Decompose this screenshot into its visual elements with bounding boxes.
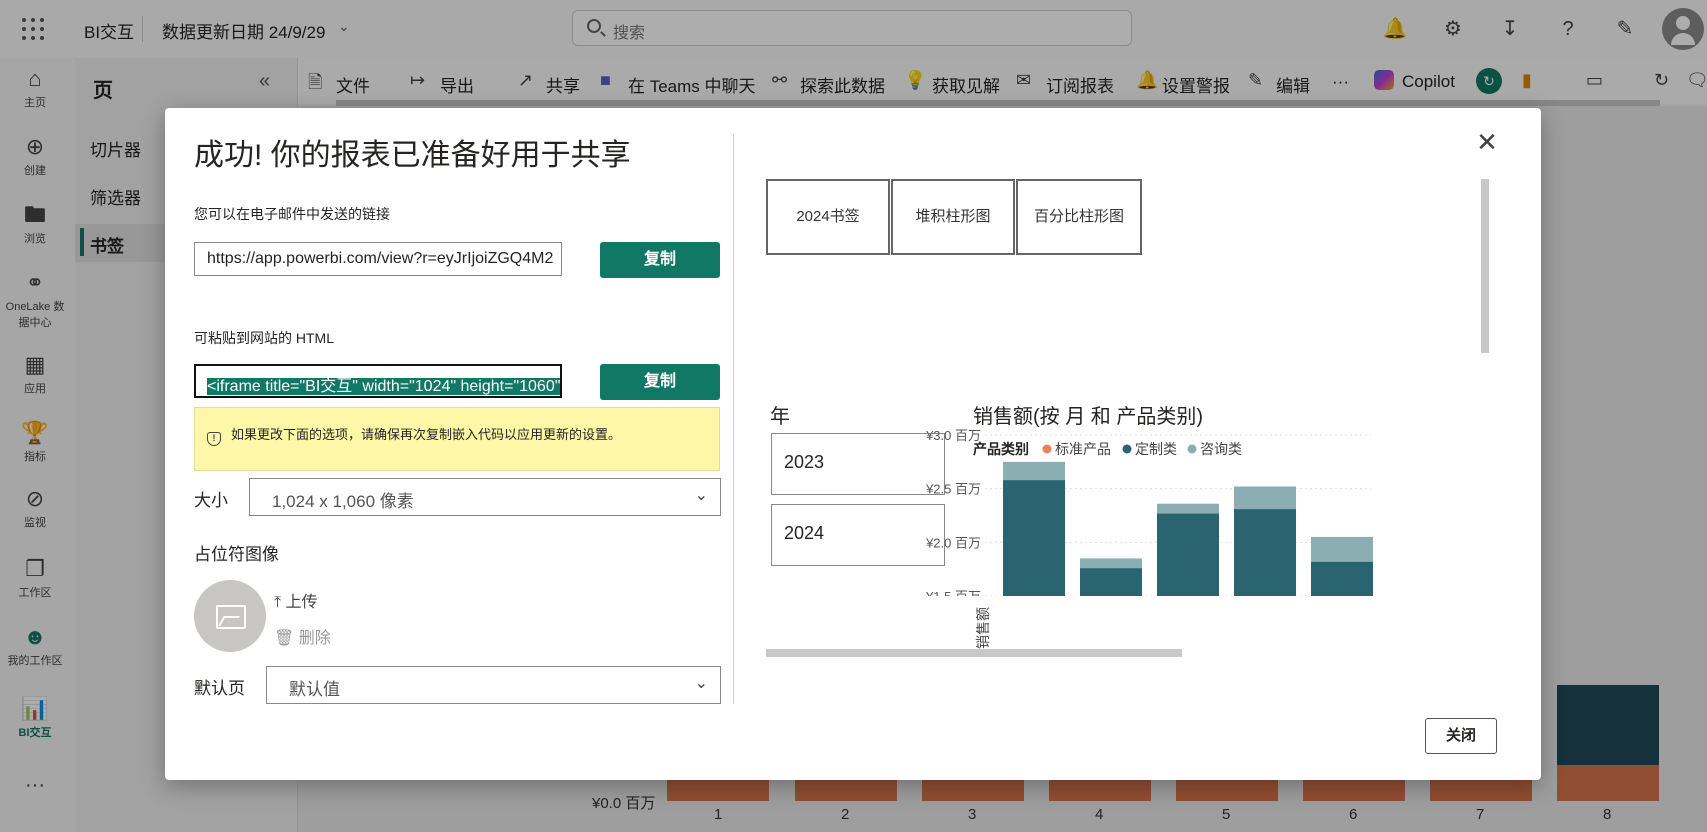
legend-label: 定制类 bbox=[1135, 441, 1177, 457]
chart-title: 销售额(按 月 和 产品类别) bbox=[973, 405, 1203, 428]
bar-segment[interactable] bbox=[1388, 511, 1450, 527]
bar-segment[interactable] bbox=[1157, 503, 1219, 514]
bar-segment[interactable] bbox=[1003, 480, 1065, 617]
bar-segment[interactable] bbox=[1157, 513, 1219, 617]
bar-segment[interactable] bbox=[1080, 568, 1142, 617]
legend-label: 标准产品 bbox=[1055, 441, 1111, 457]
legend-label: 咨询类 bbox=[1200, 441, 1242, 457]
legend-swatch bbox=[1122, 444, 1132, 454]
y-axis-title: 销售额 bbox=[975, 607, 991, 649]
legend-title: 产品类别 bbox=[973, 441, 1029, 457]
y-tick-label: ¥3.0 百万 bbox=[925, 428, 981, 443]
legend-swatch bbox=[1042, 444, 1052, 454]
bar-segment[interactable] bbox=[1234, 486, 1296, 510]
bar-segment[interactable] bbox=[1080, 558, 1142, 569]
legend-swatch bbox=[1187, 444, 1197, 454]
bar-segment[interactable] bbox=[1388, 527, 1450, 617]
bar-segment[interactable] bbox=[1003, 461, 1065, 481]
bar-segment[interactable] bbox=[1311, 536, 1373, 562]
y-tick-label: ¥1.5 百万 bbox=[925, 589, 981, 604]
bar-segment[interactable] bbox=[1234, 509, 1296, 617]
y-tick-label: ¥2.0 百万 bbox=[925, 535, 981, 550]
bar-segment[interactable] bbox=[1311, 561, 1373, 618]
preview-bar-chart: 销售额(按 月 和 产品类别) 产品类别 标准产品 定制类 咨询类 ¥3.0 百… bbox=[925, 405, 1450, 649]
close-button[interactable]: 关闭 bbox=[1425, 718, 1497, 754]
share-embed-dialog: 成功! 你的报表已准备好用于共享 ✕ 您可以在电子邮件中发送的链接 https:… bbox=[165, 108, 1541, 780]
y-tick-label: ¥2.5 百万 bbox=[925, 482, 981, 497]
preview-horizontal-scrollbar[interactable] bbox=[766, 649, 1182, 657]
